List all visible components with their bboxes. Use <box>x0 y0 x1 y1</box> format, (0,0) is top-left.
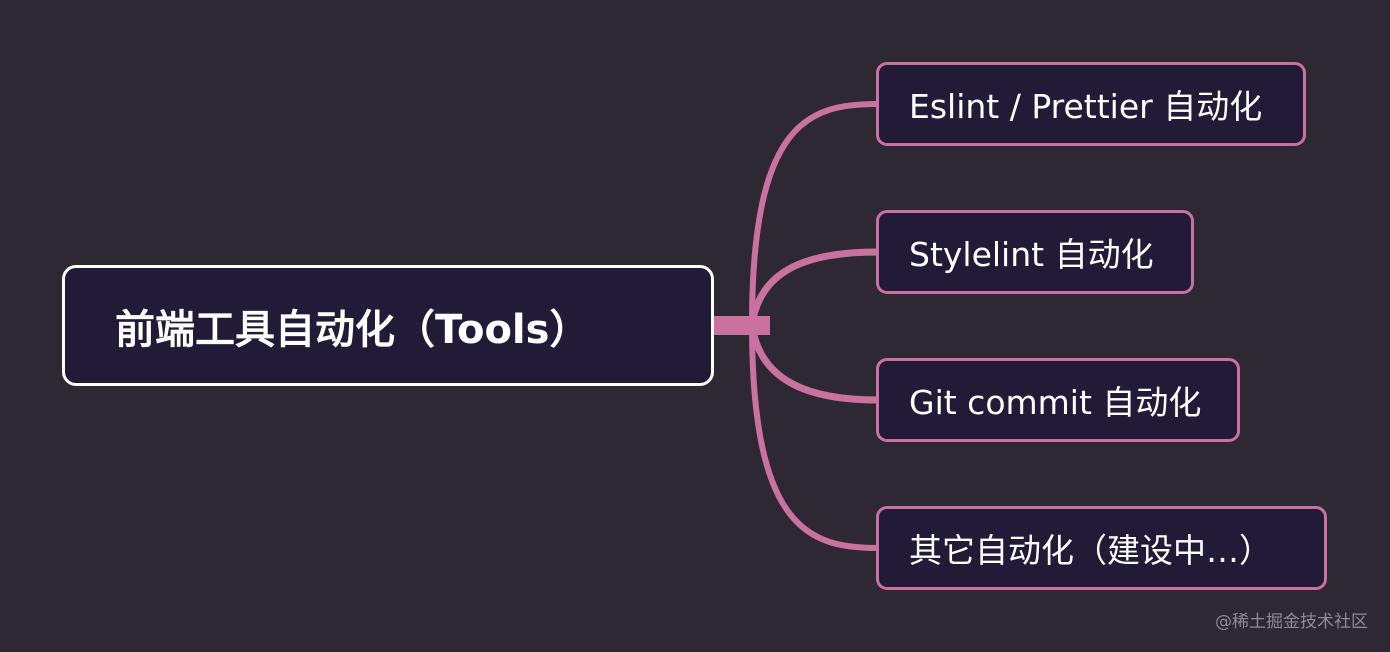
root-connector-stem <box>714 316 770 335</box>
child-node-eslint-prettier[interactable]: Eslint / Prettier 自动化 <box>876 62 1306 146</box>
root-node[interactable]: 前端工具自动化（Tools） <box>62 265 714 386</box>
child-node-label: 其它自动化（建设中…） <box>909 531 1272 570</box>
branch-connector-2 <box>748 248 882 329</box>
child-node-label: Eslint / Prettier 自动化 <box>909 87 1263 126</box>
root-node-label: 前端工具自动化（Tools） <box>115 306 590 353</box>
child-node-git-commit[interactable]: Git commit 自动化 <box>876 358 1240 442</box>
child-node-label: Git commit 自动化 <box>909 383 1202 422</box>
branch-connector-1 <box>749 101 881 328</box>
branch-connector-3 <box>748 321 882 404</box>
child-node-other[interactable]: 其它自动化（建设中…） <box>876 506 1327 590</box>
child-node-label: Stylelint 自动化 <box>909 235 1154 274</box>
branch-connector-4 <box>749 322 881 551</box>
watermark-credit: @稀土掘金技术社区 <box>1215 612 1368 632</box>
child-node-stylelint[interactable]: Stylelint 自动化 <box>876 210 1194 294</box>
